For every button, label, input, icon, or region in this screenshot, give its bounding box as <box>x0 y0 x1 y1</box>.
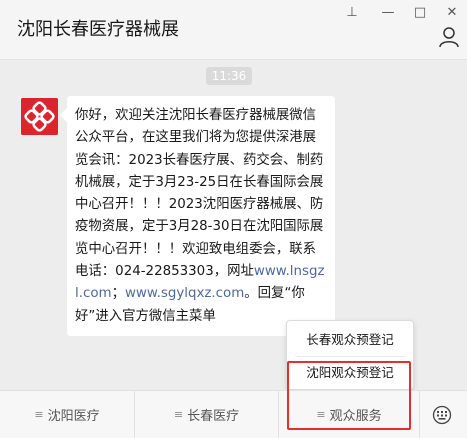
menu-divider <box>419 391 420 438</box>
minimize-icon[interactable]: — <box>377 2 399 22</box>
message-bubble: 你好，欢迎关注沈阳长春医疗器械展微信公众平台，在这里我们将为您提供深港展览会讯：… <box>67 96 335 336</box>
message-link-sgylqxz[interactable]: www.sgylqxz.com <box>125 286 244 301</box>
logo-icon <box>21 98 58 135</box>
menu-tab-changchun-medical[interactable]: ≡ 长春医疗 <box>135 391 278 438</box>
highlight-annotation-box <box>287 361 411 430</box>
menu-tab-label: 沈阳医疗 <box>47 409 100 424</box>
title-bar: 沈阳长春医疗器械展 ⊥ — □ ✕ <box>0 0 467 60</box>
menu-tab-shenyang-medical[interactable]: ≡ 沈阳医疗 <box>0 391 134 438</box>
avatar[interactable] <box>21 98 58 135</box>
menu-lines-icon: ≡ <box>34 408 43 421</box>
pin-icon[interactable]: ⊥ <box>341 2 363 22</box>
menu-tab-label: 长春医疗 <box>187 409 240 424</box>
chat-title: 沈阳长春医疗器械展 <box>17 19 179 40</box>
popup-divider <box>295 356 405 357</box>
keyboard-icon[interactable] <box>432 405 452 425</box>
message-text-separator: ； <box>111 286 125 302</box>
profile-icon[interactable] <box>438 26 460 48</box>
menu-lines-icon: ≡ <box>173 408 183 421</box>
close-icon[interactable]: ✕ <box>441 2 463 22</box>
message-text: 你好，欢迎关注沈阳长春医疗器械展微信公众平台，在这里我们将为您提供深港展览会讯：… <box>75 108 324 280</box>
message-timestamp: 11:36 <box>206 67 252 85</box>
maximize-icon[interactable]: □ <box>409 2 431 22</box>
menu-item-changchun-register[interactable]: 长春观众预登记 <box>287 327 413 353</box>
